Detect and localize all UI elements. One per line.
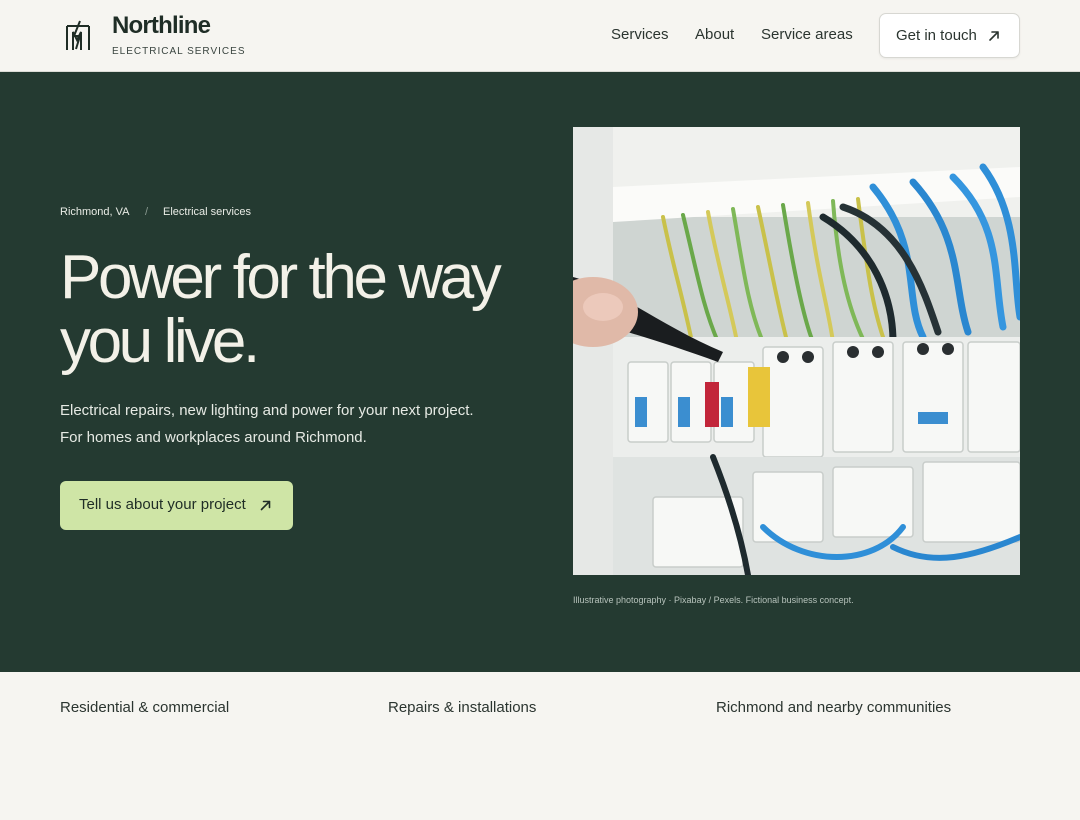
project-inquiry-button[interactable]: Tell us about your project bbox=[60, 481, 293, 530]
site-header: Northline ELECTRICAL SERVICES Services A… bbox=[0, 0, 1080, 72]
brand-name[interactable]: Northline bbox=[112, 12, 211, 40]
hero-section: Richmond, VA / Electrical services Power… bbox=[0, 72, 1080, 672]
get-in-touch-label: Get in touch bbox=[896, 27, 977, 44]
breadcrumb-separator: / bbox=[145, 206, 149, 218]
nav-link-about[interactable]: About bbox=[695, 26, 734, 43]
nav-link-service-areas[interactable]: Service areas bbox=[761, 26, 853, 43]
brand-subtitle: ELECTRICAL SERVICES bbox=[112, 46, 246, 57]
feature-service-area: Richmond and nearby communities bbox=[716, 699, 952, 716]
electrical-panel-photo bbox=[573, 127, 1020, 575]
breadcrumb-location: Richmond, VA bbox=[60, 206, 130, 218]
hero-description: Electrical repairs, new lighting and pow… bbox=[60, 402, 474, 446]
lightning-panel-icon[interactable] bbox=[64, 19, 92, 51]
arrow-up-right-icon bbox=[260, 500, 271, 511]
feature-repairs-installations: Repairs & installations bbox=[388, 699, 537, 716]
get-in-touch-button[interactable]: Get in touch bbox=[879, 13, 1020, 58]
feature-residential-commercial: Residential & commercial bbox=[60, 699, 230, 716]
project-inquiry-label: Tell us about your project bbox=[79, 496, 246, 513]
breadcrumb-category: Electrical services bbox=[163, 206, 252, 218]
hero-title: Power for the way you live. bbox=[60, 243, 502, 376]
photo-caption: Illustrative photography · Pixabay / Pex… bbox=[573, 595, 854, 605]
arrow-up-right-icon bbox=[989, 31, 999, 41]
features-strip: Residential & commercial Repairs & insta… bbox=[0, 672, 1080, 820]
nav-link-services[interactable]: Services bbox=[611, 26, 669, 43]
